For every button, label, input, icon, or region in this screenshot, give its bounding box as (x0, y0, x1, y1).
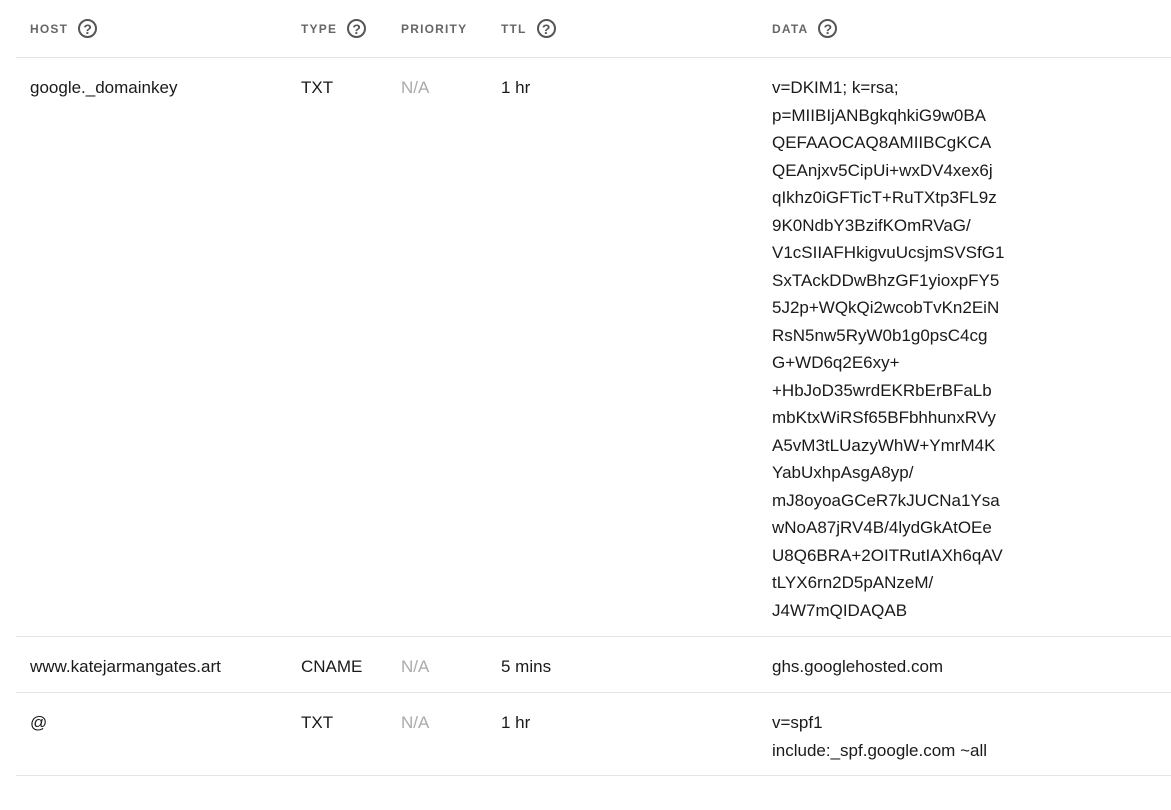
data-line: tLYX6rn2D5pANzeM/ (772, 573, 934, 592)
data-line: G+WD6q2E6xy+ (772, 353, 900, 372)
ttl-column-header: TTL ? (501, 0, 556, 57)
data-line: QEAnjxv5CipUi+wxDV4xex6j (772, 160, 993, 180)
type-cell: TXT (301, 713, 334, 732)
priority-column-header: PRIORITY (401, 0, 467, 57)
data-line: YabUxhpAsgA8yp/ (772, 463, 914, 482)
data-line: p=MIIBIjANBgkqhkiG9w0BA (772, 105, 987, 125)
type-column-header: TYPE ? (301, 0, 367, 57)
type-header-label: TYPE (301, 21, 338, 36)
type-help-icon[interactable]: ? (347, 19, 367, 38)
data-line: V1cSIIAFHkigvuUcsjmSVSfG1 (772, 243, 1005, 262)
data-line: RsN5nw5RyW0b1g0psC4cg (772, 325, 988, 345)
data-column-header: DATA ? (772, 0, 838, 57)
host-column-header: HOST ? (30, 0, 98, 57)
data-line: 9K0NdbY3BzifKOmRVaG/ (772, 215, 971, 235)
host-cell: @ (30, 713, 48, 732)
priority-header-label: PRIORITY (401, 21, 468, 36)
data-line: QEFAAOCAQ8AMIIBCgKCA (772, 133, 992, 152)
host-cell: www.katejarmangates.art (30, 657, 221, 676)
ttl-help-icon[interactable]: ? (536, 19, 556, 38)
data-cell: v=DKIM1; k=rsa; p=MIIBIjANBgkqhkiG9w0BA … (772, 74, 1032, 624)
host-cell: google._domainkey (30, 78, 178, 97)
table-row[interactable]: @ TXT N/A 1 hr v=spf1 include:_spf.googl… (16, 693, 1171, 776)
ttl-header-label: TTL (501, 21, 527, 36)
data-help-icon[interactable]: ? (818, 19, 838, 38)
type-cell: CNAME (301, 657, 363, 676)
table-row[interactable]: google._domainkey TXT N/A 1 hr v=DKIM1; … (16, 58, 1171, 637)
ttl-cell: 1 hr (501, 713, 531, 732)
data-line: SxTAckDDwBhzGF1yioxpFY5 (772, 270, 1000, 290)
data-line: J4W7mQIDAQAB (772, 600, 908, 620)
data-cell: v=spf1 include:_spf.google.com ~all (772, 709, 1032, 764)
data-line: v=spf1 (772, 713, 823, 732)
data-line: wNoA87jRV4B/4lydGkAtOEe (772, 518, 992, 537)
table-row[interactable]: www.katejarmangates.art CNAME N/A 5 mins… (16, 637, 1171, 693)
data-line: 5J2p+WQkQi2wcobTvKn2EiN (772, 298, 1000, 317)
priority-cell: N/A (401, 78, 430, 97)
data-header-label: DATA (772, 21, 809, 36)
priority-cell: N/A (401, 713, 430, 732)
data-line: mbKtxWiRSf65BFbhhunxRVy (772, 408, 996, 427)
data-line: v=DKIM1; k=rsa; (772, 78, 899, 97)
ttl-cell: 1 hr (501, 78, 531, 97)
type-cell: TXT (301, 78, 334, 97)
data-cell: ghs.googlehosted.com (772, 653, 1032, 681)
data-line: qIkhz0iGFTicT+RuTXtp3FL9z (772, 188, 997, 207)
data-line: ghs.googlehosted.com (772, 657, 944, 676)
table-header: HOST ? TYPE ? PRIORITY TTL ? DATA ? (16, 0, 1171, 58)
data-line: A5vM3tLUazyWhW+YmrM4K (772, 435, 996, 455)
host-header-label: HOST (30, 21, 69, 36)
ttl-cell: 5 mins (501, 657, 552, 676)
dns-records-table: HOST ? TYPE ? PRIORITY TTL ? DATA ? goog… (0, 0, 1171, 776)
data-line: mJ8oyoaGCeR7kJUCNa1Ysa (772, 490, 1000, 510)
data-line: include:_spf.google.com ~all (772, 740, 987, 760)
data-line: U8Q6BRA+2OITRutIAXh6qAV (772, 545, 1003, 565)
priority-cell: N/A (401, 657, 430, 676)
data-line: +HbJoD35wrdEKRbErBFaLb (772, 380, 992, 400)
host-help-icon[interactable]: ? (78, 19, 98, 38)
